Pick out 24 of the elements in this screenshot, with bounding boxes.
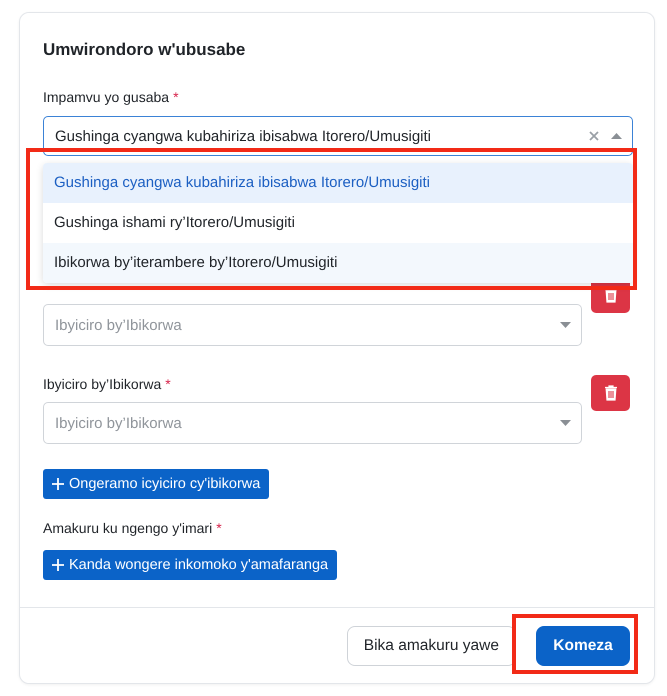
add-funding-button[interactable]: Kanda wongere inkomoko y'amafaranga bbox=[43, 550, 338, 580]
delete-button[interactable] bbox=[591, 375, 630, 411]
caret-icon bbox=[611, 133, 622, 139]
field-label: Impamvu yo gusaba bbox=[43, 88, 170, 106]
add-stage-button[interactable]: Ongeramo icyiciro cy'ibikorwa bbox=[43, 469, 270, 499]
clear-icon[interactable] bbox=[589, 131, 599, 141]
dropdown-option[interactable]: Gushinga cyangwa kubahiriza ibisabwa Itorero/Umusigiti bbox=[43, 163, 633, 203]
reason-select[interactable]: Gushinga cyangwa kubahiriza ibisabwa Itorero/Umusigiti bbox=[43, 116, 633, 156]
trash-icon bbox=[604, 385, 618, 401]
plus-icon bbox=[52, 478, 64, 490]
plus-icon bbox=[52, 559, 64, 571]
required-mark: * bbox=[173, 88, 179, 106]
required-mark: * bbox=[216, 519, 222, 537]
dropdown-option[interactable]: Ibikorwa by’iterambere by’Itorero/Umusigiti bbox=[43, 243, 633, 283]
caret-icon bbox=[560, 420, 572, 426]
continue-button[interactable]: Komeza bbox=[536, 626, 630, 666]
field-label: Amakuru ku ngengo y'imari bbox=[43, 519, 212, 537]
caret-icon bbox=[560, 322, 572, 328]
stage-select[interactable]: Ibyiciro by’Ibikorwa bbox=[43, 304, 582, 346]
field-label: Ibyiciro by’Ibikorwa bbox=[43, 375, 162, 393]
required-mark: * bbox=[165, 375, 171, 393]
section-title: Umwirondoro w'ubusabe bbox=[43, 39, 246, 61]
dropdown-option[interactable]: Gushinga ishami ry’Itorero/Umusigiti bbox=[43, 203, 633, 243]
stage-select[interactable]: Ibyiciro by’Ibikorwa bbox=[43, 402, 582, 444]
